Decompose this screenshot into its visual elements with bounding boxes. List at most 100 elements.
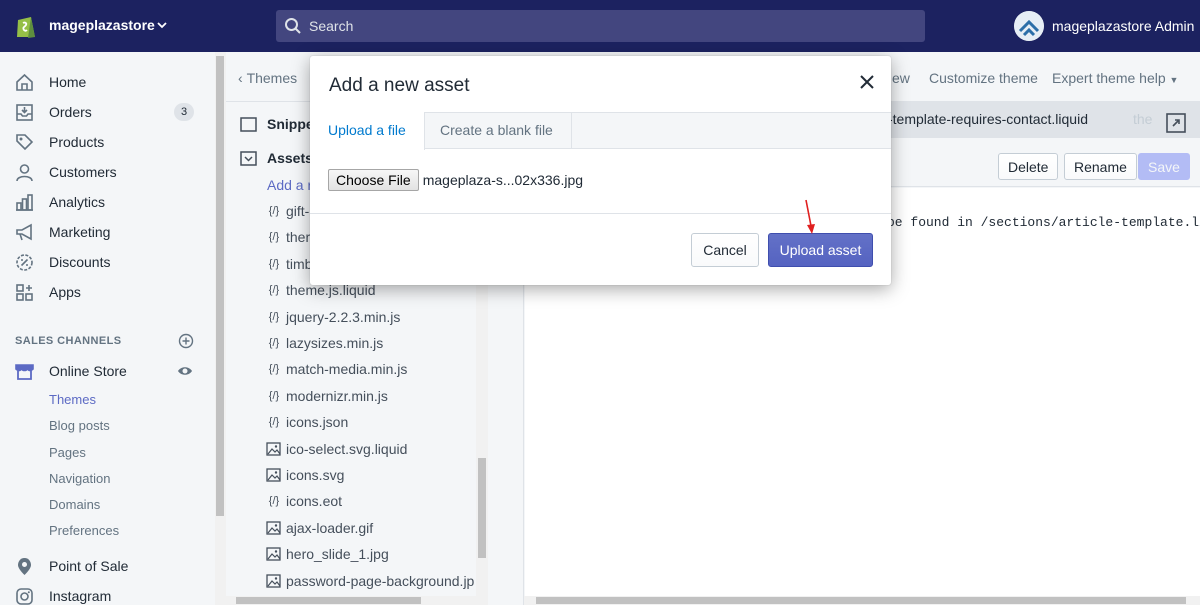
sidebar-item-label: Online Store bbox=[49, 363, 127, 379]
cancel-button[interactable]: Cancel bbox=[691, 233, 759, 267]
file-item[interactable]: {/} icons.eot bbox=[266, 493, 342, 509]
sidebar-item-label: Discounts bbox=[49, 254, 111, 270]
instagram-icon bbox=[16, 587, 33, 605]
rename-button[interactable]: Rename bbox=[1064, 153, 1137, 180]
scrollbar-thumb[interactable] bbox=[216, 56, 224, 516]
avatar[interactable] bbox=[1014, 11, 1044, 41]
person-icon bbox=[16, 163, 33, 181]
preview-link[interactable]: ew bbox=[892, 70, 910, 86]
code-file-icon: {/} bbox=[268, 363, 280, 376]
sidebar-subitem-themes[interactable]: Themes bbox=[49, 392, 96, 407]
sidebar-item-label: Marketing bbox=[49, 224, 111, 240]
sidebar-subitem-domains[interactable]: Domains bbox=[49, 497, 100, 512]
tab-upload-file[interactable]: Upload a file bbox=[310, 112, 425, 150]
store-name[interactable]: mageplazastore bbox=[49, 17, 155, 33]
delete-button[interactable]: Delete bbox=[998, 153, 1059, 180]
sidebar-scrollbar[interactable] bbox=[215, 52, 226, 605]
file-item[interactable]: {/} lazysizes.min.js bbox=[266, 335, 383, 351]
choose-file-button[interactable]: Choose File bbox=[328, 169, 419, 191]
file-item[interactable]: {/} modernizr.min.js bbox=[266, 388, 388, 404]
expert-help-label: Expert theme help bbox=[1052, 70, 1166, 86]
back-to-themes-link[interactable]: ‹ Themes bbox=[238, 70, 297, 86]
file-tree-hscrollbar[interactable] bbox=[226, 596, 476, 605]
sidebar-item-products[interactable]: Products bbox=[0, 127, 215, 157]
image-file-icon bbox=[266, 441, 281, 456]
file-item[interactable]: icons.svg bbox=[266, 467, 344, 483]
sidebar-subitem-blog-posts[interactable]: Blog posts bbox=[49, 418, 110, 433]
file-item[interactable]: {/} timb bbox=[266, 255, 313, 272]
sales-channels-title: SALES CHANNELS bbox=[15, 335, 122, 347]
eye-icon[interactable] bbox=[177, 363, 193, 379]
sidebar-item-online-store[interactable]: Online Store bbox=[0, 356, 215, 386]
sidebar-item-instagram[interactable]: Instagram bbox=[0, 581, 215, 605]
sidebar-item-marketing[interactable]: Marketing bbox=[0, 217, 215, 247]
save-button[interactable]: Save bbox=[1138, 153, 1190, 180]
sidebar-item-analytics[interactable]: Analytics bbox=[0, 187, 215, 217]
chevron-down-icon[interactable] bbox=[156, 19, 168, 31]
folder-label: Assets bbox=[267, 150, 313, 166]
file-name: modernizr.min.js bbox=[286, 387, 388, 404]
annotation-arrow-icon bbox=[805, 199, 815, 234]
customize-theme-link[interactable]: Customize theme bbox=[929, 70, 1038, 86]
scrollbar-thumb[interactable] bbox=[236, 597, 421, 604]
open-file-tab[interactable]: -template-requires-contact.liquid bbox=[888, 111, 1088, 127]
sidebar-subitem-pages[interactable]: Pages bbox=[49, 445, 86, 460]
sidebar-item-home[interactable]: Home bbox=[0, 67, 215, 97]
sidebar-item-customers[interactable]: Customers bbox=[0, 157, 215, 187]
file-item[interactable]: {/} match-media.min.js bbox=[266, 361, 408, 377]
scrollbar-thumb[interactable] bbox=[478, 458, 486, 558]
orders-icon bbox=[16, 103, 33, 121]
file-item[interactable]: ajax-loader.gif bbox=[266, 520, 373, 536]
file-item[interactable]: password-page-background.jp bbox=[266, 573, 474, 589]
search-input[interactable] bbox=[309, 10, 909, 42]
file-picker: Choose File mageplaza-s...02x336.jpg bbox=[328, 169, 583, 191]
image-file-icon bbox=[266, 468, 281, 482]
add-asset-modal: Add a new asset Upload a file Create a b… bbox=[310, 56, 891, 285]
code-file-icon: {/} bbox=[268, 389, 280, 402]
admin-name[interactable]: mageplazastore Admin bbox=[1052, 18, 1194, 34]
sidebar-subitem-navigation[interactable]: Navigation bbox=[49, 471, 110, 486]
sidebar-item-point-of-sale[interactable]: Point of Sale bbox=[0, 551, 215, 581]
file-item[interactable]: {/} gift- bbox=[266, 203, 310, 219]
file-item[interactable]: {/} icons.json bbox=[266, 414, 348, 430]
file-name: icons.eot bbox=[286, 493, 343, 510]
file-item[interactable]: {/} jquery-2.2.3.min.js bbox=[266, 309, 401, 325]
add-new-asset-link[interactable]: Add a r bbox=[267, 177, 312, 193]
sidebar-subitem-preferences[interactable]: Preferences bbox=[49, 523, 119, 538]
add-channel-icon[interactable] bbox=[178, 333, 194, 349]
file-item[interactable]: ico-select.svg.liquid bbox=[266, 441, 407, 457]
file-name: hero_slide_1.jpg bbox=[286, 546, 389, 563]
code-file-icon: {/} bbox=[268, 310, 280, 323]
file-name: timb bbox=[286, 255, 313, 272]
modal-title: Add a new asset bbox=[329, 75, 470, 96]
file-item[interactable]: hero_slide_1.jpg bbox=[266, 546, 389, 562]
code-hscrollbar[interactable] bbox=[524, 596, 1200, 605]
sidebar-item-apps[interactable]: Apps bbox=[0, 277, 215, 307]
image-file-icon bbox=[266, 521, 281, 535]
file-item[interactable]: {/} ther bbox=[266, 229, 310, 245]
code-file-icon: {/} bbox=[268, 205, 280, 217]
home-icon bbox=[16, 73, 33, 91]
file-name: ico-select.svg.liquid bbox=[286, 440, 408, 457]
tag-icon bbox=[16, 133, 34, 150]
expand-icon[interactable] bbox=[1165, 112, 1187, 134]
folder-assets[interactable]: Assets bbox=[240, 150, 313, 166]
code-file-icon: {/} bbox=[268, 416, 280, 429]
search-bar[interactable] bbox=[276, 10, 925, 42]
folder-open-icon bbox=[240, 150, 257, 166]
folder-snippets[interactable]: Snippe bbox=[240, 116, 314, 132]
expert-help-link[interactable]: Expert theme help ▼ bbox=[1052, 70, 1178, 86]
tab-create-blank-file[interactable]: Create a blank file bbox=[422, 112, 572, 149]
sidebar-item-orders[interactable]: Orders 3 bbox=[0, 97, 215, 127]
shopify-logo-icon[interactable] bbox=[14, 13, 38, 39]
discount-icon bbox=[16, 253, 33, 271]
sidebar: Home Orders 3 Products Customers Analyti… bbox=[0, 52, 215, 605]
sidebar-item-discounts[interactable]: Discounts bbox=[0, 247, 215, 277]
apps-icon bbox=[16, 283, 33, 301]
back-label: Themes bbox=[246, 70, 298, 86]
close-icon[interactable] bbox=[858, 73, 876, 91]
scrollbar-thumb[interactable] bbox=[536, 597, 1186, 604]
file-name: icons.svg bbox=[286, 467, 345, 483]
open-file-tab[interactable]: the bbox=[1133, 111, 1152, 127]
file-name: gift- bbox=[286, 203, 310, 219]
